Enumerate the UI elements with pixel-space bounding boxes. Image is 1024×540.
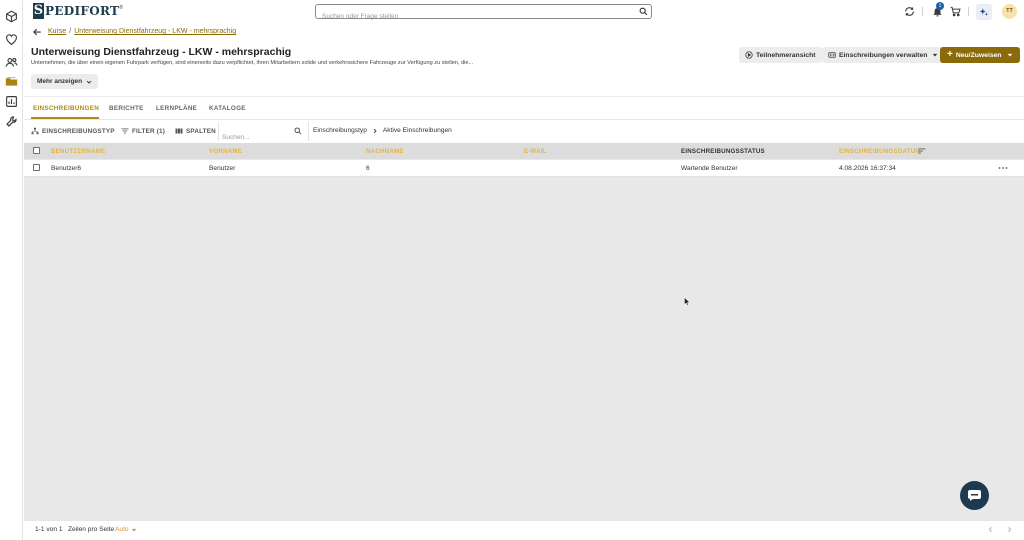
participant-view-label: Teilnehmeransicht: [756, 51, 816, 59]
breadcrumb-courses-link[interactable]: Kurse: [48, 28, 66, 35]
tools-icon[interactable]: [5, 115, 18, 128]
sort-icon[interactable]: [918, 147, 926, 155]
logo-mark: S: [33, 3, 44, 19]
cell-first-name: Benutzer: [209, 165, 236, 172]
chat-button[interactable]: [960, 481, 989, 510]
caret-down-icon: [131, 528, 136, 531]
enrollment-type-crumb[interactable]: Einschreibungstyp: [313, 127, 367, 134]
avatar[interactable]: TT: [1002, 4, 1017, 19]
column-header-enrollment-date[interactable]: EINSCHREIBUNGSDATUM: [839, 148, 921, 155]
rows-per-page-value: Auto: [115, 526, 129, 533]
id-card-icon: [828, 52, 836, 58]
rows-per-page-label: Zeilen pro Seite: [68, 526, 115, 533]
manage-enrollments-label: Einschreibungen verwalten: [839, 51, 928, 59]
course-description: Unternehmen, die über einen eigenen Fuhr…: [31, 60, 474, 66]
new-assign-button[interactable]: + Neu/Zuweisen: [940, 47, 1020, 63]
active-enrollments-crumb: Aktive Einschreibungen: [382, 127, 452, 134]
cell-last-name: 6: [366, 165, 370, 172]
cell-enrollment-date: 4.08.2026 16:37:34: [839, 165, 896, 172]
global-search-input[interactable]: [316, 10, 616, 23]
plus-icon: +: [947, 49, 953, 60]
sparkle-icon: [979, 8, 989, 16]
column-header-email[interactable]: E-MAIL: [524, 148, 547, 155]
filter-label: FILTER (1): [132, 127, 166, 135]
enrollment-type-label: EINSCHREIBUNGSTYP: [42, 127, 115, 135]
back-arrow-icon[interactable]: [32, 27, 42, 37]
column-header-username[interactable]: BENUTZERNAME: [51, 148, 105, 155]
enrollment-type-breadcrumb: Einschreibungstyp Aktive Einschreibungen: [313, 127, 452, 134]
table-search: [222, 126, 304, 141]
more-horizontal-icon[interactable]: [998, 164, 1008, 172]
filter-button[interactable]: FILTER (1): [121, 127, 165, 135]
columns-icon: [175, 128, 183, 134]
tab-enrollments[interactable]: EINSCHREIBUNGEN: [33, 105, 99, 112]
tabs-bottom-divider: [24, 119, 1024, 120]
sync-icon[interactable]: [904, 6, 915, 17]
new-assign-label: Neu/Zuweisen: [955, 51, 1002, 59]
chat-bubble-icon: [968, 490, 981, 501]
ai-assistant-button[interactable]: [976, 4, 992, 20]
column-header-last-name[interactable]: NACHNAME: [366, 148, 404, 155]
manage-enrollments-button[interactable]: Einschreibungen verwalten: [822, 47, 945, 63]
tab-reports[interactable]: BERICHTE: [109, 105, 144, 112]
rows-per-page-select[interactable]: Auto: [115, 526, 137, 533]
columns-button[interactable]: SPALTEN: [175, 127, 216, 135]
next-page-icon[interactable]: [1006, 526, 1013, 533]
tab-catalogs[interactable]: KATALOGE: [209, 105, 246, 112]
header-divider: [922, 7, 923, 16]
header-divider: [968, 7, 969, 16]
hierarchy-icon: [31, 127, 39, 135]
participant-view-button[interactable]: Teilnehmeransicht: [739, 47, 822, 63]
caret-down-icon: [1007, 53, 1012, 57]
enrollment-type-button[interactable]: EINSCHREIBUNGSTYP: [31, 127, 115, 135]
users-icon[interactable]: [5, 56, 18, 69]
mouse-cursor-icon: [684, 297, 690, 306]
column-header-first-name[interactable]: VORNAME: [209, 148, 242, 155]
reports-icon[interactable]: [5, 95, 18, 108]
show-more-button[interactable]: Mehr anzeigen: [31, 74, 99, 89]
chevron-down-icon: [86, 80, 92, 84]
row-checkbox[interactable]: [33, 164, 40, 171]
heart-icon[interactable]: [5, 33, 18, 46]
cube-icon[interactable]: [5, 10, 18, 23]
tabs-top-divider: [24, 96, 1024, 97]
courses-icon[interactable]: [5, 75, 18, 88]
play-circle-icon: [745, 51, 753, 59]
search-icon[interactable]: [294, 127, 302, 135]
left-rail: [0, 0, 23, 540]
logo[interactable]: S PEDIFORT ®: [33, 3, 123, 19]
breadcrumb-separator: /: [69, 28, 72, 35]
cell-enrollment-status: Wartende Benutzer: [681, 165, 738, 172]
table-body-area: [24, 143, 1024, 520]
toolbar-divider: [218, 122, 219, 141]
pagination-range: 1-1 von 1: [35, 526, 63, 533]
caret-down-icon: [933, 53, 938, 57]
logo-registered: ®: [119, 4, 123, 11]
columns-label: SPALTEN: [186, 127, 216, 135]
show-more-label: Mehr anzeigen: [37, 78, 83, 85]
cell-username: Benutzer6: [51, 165, 82, 172]
tab-learning-plans[interactable]: LERNPLÄNE: [156, 105, 197, 112]
previous-page-icon[interactable]: [987, 526, 994, 533]
logo-text: PEDIFORT: [45, 4, 120, 18]
filter-icon: [121, 128, 129, 134]
breadcrumb: Kurse / Unterweisung Dienstfahrzeug - LKW …: [48, 28, 236, 35]
breadcrumb-course-link[interactable]: Unterweisung Dienstfahrzeug - LKW - mehr…: [74, 28, 236, 35]
cart-icon[interactable]: [950, 6, 961, 17]
select-all-checkbox[interactable]: [33, 147, 40, 154]
page-title: Unterweisung Dienstfahrzeug - LKW - mehr…: [31, 46, 292, 58]
chevron-right-icon: [373, 128, 377, 133]
notification-badge: 1: [936, 2, 944, 10]
global-search: [315, 4, 652, 23]
table-footer: [24, 520, 1024, 540]
search-icon[interactable]: [639, 7, 648, 16]
table-search-input[interactable]: [222, 134, 292, 141]
toolbar-divider: [308, 122, 309, 141]
column-header-enrollment-status[interactable]: EINSCHREIBUNGSSTATUS: [681, 148, 765, 155]
